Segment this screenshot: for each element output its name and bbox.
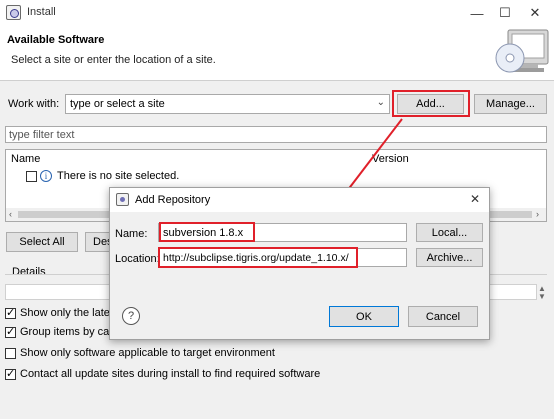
details-label: Details [12, 266, 46, 278]
column-header-name[interactable]: Name [11, 153, 40, 165]
option-label: Group items by cate [20, 326, 119, 338]
scroll-right-icon[interactable]: › [536, 209, 539, 219]
empty-message: There is no site selected. [57, 170, 180, 182]
location-label: Location: [115, 253, 160, 265]
help-icon[interactable]: ? [122, 307, 140, 325]
page-subheading: Select a site or enter the location of a… [11, 54, 216, 66]
window-title: Install [27, 6, 56, 18]
group-items-checkbox[interactable] [5, 325, 16, 338]
archive-button[interactable]: Archive... [416, 248, 483, 267]
contact-sites-checkbox[interactable] [5, 367, 16, 380]
scroll-left-icon[interactable]: ‹ [9, 209, 12, 219]
install-graphic-icon [495, 29, 549, 73]
option-group-items[interactable]: Group items by cate [5, 325, 118, 339]
filter-placeholder: type filter text [9, 129, 75, 141]
option-contact-sites[interactable]: Contact all update sites during install … [5, 367, 320, 381]
option-show-latest[interactable]: Show only the latest [5, 306, 118, 320]
dialog-body: Name: subversion 1.8.x Local... Location… [110, 212, 489, 339]
filter-input[interactable]: type filter text [5, 126, 547, 143]
work-with-combo[interactable]: type or select a site ⌄ [65, 94, 390, 114]
dialog-close-button[interactable]: ✕ [470, 192, 480, 206]
work-with-value: type or select a site [70, 98, 165, 110]
location-highlight [158, 247, 358, 268]
dialog-title: Add Repository [135, 194, 211, 206]
details-scroll-down-icon[interactable]: ▼ [538, 292, 546, 301]
option-target-environment[interactable]: Show only software applicable to target … [5, 346, 275, 360]
header-banner: Available Software Select a site or ente… [0, 26, 554, 80]
name-label: Name: [115, 228, 148, 240]
window-titlebar: Install — ☐ ✕ [0, 0, 554, 26]
option-label: Show only software applicable to target … [20, 347, 275, 359]
select-all-button[interactable]: Select All [6, 232, 78, 252]
local-button[interactable]: Local... [416, 223, 483, 242]
cancel-button[interactable]: Cancel [408, 306, 478, 327]
ok-button[interactable]: OK [329, 306, 399, 327]
target-environment-checkbox[interactable] [5, 347, 16, 359]
dialog-titlebar: Add Repository ✕ [110, 188, 489, 212]
page-heading: Available Software [7, 34, 105, 46]
manage-button[interactable]: Manage... [474, 94, 547, 114]
add-button[interactable]: Add... [397, 94, 464, 114]
maximize-button[interactable]: ☐ [490, 3, 520, 23]
minimize-button[interactable]: — [462, 3, 492, 23]
name-highlight [159, 222, 255, 242]
table-row-checkbox[interactable] [26, 171, 37, 182]
option-label: Contact all update sites during install … [20, 368, 321, 380]
info-icon: i [40, 170, 52, 182]
show-latest-checkbox[interactable] [5, 306, 16, 319]
app-icon [6, 5, 21, 20]
chevron-down-icon[interactable]: ⌄ [377, 97, 385, 108]
work-with-label: Work with: [8, 98, 60, 110]
close-button[interactable]: ✕ [520, 3, 550, 23]
dialog-app-icon-dot [120, 197, 125, 202]
add-repository-dialog: Add Repository ✕ Name: subversion 1.8.x … [109, 187, 490, 340]
option-label: Show only the latest [20, 307, 119, 319]
